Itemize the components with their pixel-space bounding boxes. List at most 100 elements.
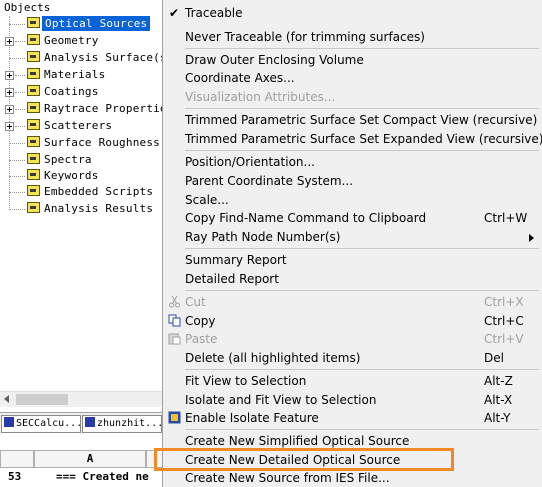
- context-menu: ✔ Traceable Never Traceable (for trimmin…: [162, 0, 542, 487]
- grid-corner: [0, 450, 34, 468]
- menu-separator: [185, 108, 539, 109]
- menu-item-ray-path-node-numbers[interactable]: Ray Path Node Number(s): [163, 228, 542, 246]
- row-number: 53: [8, 470, 22, 483]
- menu-item-never-traceable[interactable]: Never Traceable (for trimming surfaces): [163, 28, 542, 46]
- menu-item-label: Ray Path Node Number(s): [185, 230, 341, 244]
- menu-separator: [185, 429, 539, 430]
- tree-node-label: Keywords: [44, 169, 99, 182]
- menu-item-label: Visualization Attributes...: [185, 90, 336, 104]
- scrollbar-thumb[interactable]: [16, 394, 68, 405]
- menu-item-enable-isolate-feature[interactable]: Enable Isolate Feature Alt-Y: [163, 409, 542, 427]
- menu-item-position-orientation[interactable]: Position/Orientation...: [163, 153, 542, 171]
- copy-icon: [168, 314, 181, 327]
- tree-node-label: Surface Roughness: [44, 136, 160, 149]
- tree-node-spectra[interactable]: Spectra: [0, 152, 163, 168]
- menu-item-draw-outer-enclosing-volume[interactable]: Draw Outer Enclosing Volume: [163, 51, 542, 69]
- window-tab-bar: SECCalcu... zhunzhit...: [0, 412, 163, 433]
- tree-node-surface-roughness[interactable]: Surface Roughness: [0, 135, 163, 151]
- menu-item-shortcut: Alt-Y: [484, 411, 511, 425]
- menu-item-trimmed-expanded-view[interactable]: Trimmed Parametric Surface Set Expanded …: [163, 130, 542, 148]
- optical-source-icon: [27, 17, 40, 28]
- menu-item-parent-coordinate-system[interactable]: Parent Coordinate System...: [163, 172, 542, 190]
- coatings-icon: [27, 85, 40, 96]
- tree-title: Objects: [4, 1, 51, 14]
- menu-item-label: Paste: [185, 332, 218, 346]
- scroll-left-icon[interactable]: [4, 395, 9, 403]
- menu-item-label: Copy: [185, 314, 216, 328]
- menu-item-fit-view-to-selection[interactable]: Fit View to Selection Alt-Z: [163, 372, 542, 390]
- menu-item-label: Fit View to Selection: [185, 374, 307, 388]
- menu-item-cut: Cut Ctrl+X: [163, 293, 542, 311]
- menu-item-traceable[interactable]: ✔ Traceable: [163, 4, 542, 22]
- tree-node-optical-sources[interactable]: Optical Sources: [0, 16, 163, 32]
- tree-node-coatings[interactable]: Coatings: [0, 84, 163, 100]
- menu-item-scale[interactable]: Scale...: [163, 191, 542, 209]
- menu-item-label: Traceable: [185, 6, 243, 20]
- menu-item-delete[interactable]: Delete (all highlighted items) Del: [163, 349, 542, 367]
- menu-item-shortcut: Ctrl+C: [484, 314, 524, 328]
- menu-item-detailed-report[interactable]: Detailed Report: [163, 270, 542, 288]
- menu-item-visualization-attributes: Visualization Attributes...: [163, 88, 542, 106]
- menu-item-label: Detailed Report: [185, 272, 279, 286]
- tree-node-label: Optical Sources: [42, 16, 151, 31]
- menu-item-label: Parent Coordinate System...: [185, 174, 354, 188]
- menu-item-copy-find-name[interactable]: Copy Find-Name Command to Clipboard Ctrl…: [163, 209, 542, 227]
- menu-item-paste: Paste Ctrl+V: [163, 330, 542, 348]
- materials-icon: [27, 68, 40, 79]
- embedded-scripts-icon: [27, 185, 40, 196]
- analysis-surface-icon: [27, 51, 40, 62]
- scissors-icon: [168, 295, 181, 308]
- expand-icon[interactable]: [5, 71, 14, 80]
- menu-item-shortcut: Ctrl+W: [484, 211, 528, 225]
- window-tab-zhunzhit[interactable]: zhunzhit...: [82, 415, 162, 433]
- tree-node-analysis-surfaces[interactable]: Analysis Surface(s): [0, 50, 173, 66]
- menu-item-isolate-and-fit[interactable]: Isolate and Fit View to Selection Alt-X: [163, 391, 542, 409]
- menu-item-summary-report[interactable]: Summary Report: [163, 251, 542, 269]
- tree-node-raytrace-properties[interactable]: Raytrace Properties: [0, 101, 173, 117]
- geometry-icon: [27, 34, 40, 45]
- highlight-annotation-box: [154, 448, 454, 471]
- tree-node-geometry[interactable]: Geometry: [0, 33, 163, 49]
- expand-icon[interactable]: [5, 122, 14, 131]
- tree-node-materials[interactable]: Materials: [0, 67, 163, 83]
- analysis-results-icon: [27, 202, 40, 213]
- window-tab-seccalcu[interactable]: SECCalcu...: [1, 415, 81, 433]
- expand-icon[interactable]: [5, 105, 14, 114]
- menu-item-label: Position/Orientation...: [185, 155, 315, 169]
- tree-node-analysis-results[interactable]: Analysis Results: [0, 201, 163, 217]
- tree-node-label: Scatterers: [44, 119, 113, 132]
- tree-node-keywords[interactable]: Keywords: [0, 168, 163, 184]
- tree-node-embedded-scripts[interactable]: Embedded Scripts: [0, 184, 163, 200]
- menu-separator: [185, 290, 539, 291]
- menu-item-label: Trimmed Parametric Surface Set Expanded …: [185, 132, 542, 146]
- menu-separator: [185, 248, 539, 249]
- tree-node-label: Analysis Surface(s): [44, 51, 174, 64]
- menu-item-label: Scale...: [185, 193, 229, 207]
- menu-separator: [185, 48, 539, 49]
- menu-item-shortcut: Del: [484, 351, 504, 365]
- column-header-a[interactable]: A: [34, 450, 146, 468]
- tree-node-label: Raytrace Properties: [44, 102, 174, 115]
- menu-item-label: Cut: [185, 295, 206, 309]
- grid-cell[interactable]: === Created ne: [56, 468, 163, 486]
- menu-item-create-source-from-ies[interactable]: Create New Source from IES File...: [163, 469, 542, 487]
- horizontal-scrollbar[interactable]: [0, 391, 163, 407]
- submenu-arrow-icon: [529, 234, 534, 242]
- menu-item-label: Delete (all highlighted items): [185, 351, 361, 365]
- menu-item-trimmed-compact-view[interactable]: Trimmed Parametric Surface Set Compact V…: [163, 111, 542, 129]
- menu-item-copy[interactable]: Copy Ctrl+C: [163, 312, 542, 330]
- keywords-icon: [27, 169, 40, 180]
- tree-node-label: Coatings: [44, 85, 99, 98]
- checkmark-icon: ✔: [168, 6, 180, 20]
- tree-node-scatterers[interactable]: Scatterers: [0, 118, 163, 134]
- menu-item-shortcut: Ctrl+X: [484, 295, 524, 309]
- tree-node-label: Spectra: [44, 153, 92, 166]
- expand-icon[interactable]: [5, 88, 14, 97]
- menu-item-coordinate-axes[interactable]: Coordinate Axes...: [163, 69, 542, 87]
- menu-item-shortcut: Alt-Z: [484, 374, 513, 388]
- menu-item-label: Coordinate Axes...: [185, 71, 295, 85]
- menu-item-shortcut: Ctrl+V: [484, 332, 524, 346]
- menu-item-label: Create New Source from IES File...: [185, 471, 390, 485]
- expand-icon[interactable]: [5, 37, 14, 46]
- paste-icon: [168, 332, 181, 345]
